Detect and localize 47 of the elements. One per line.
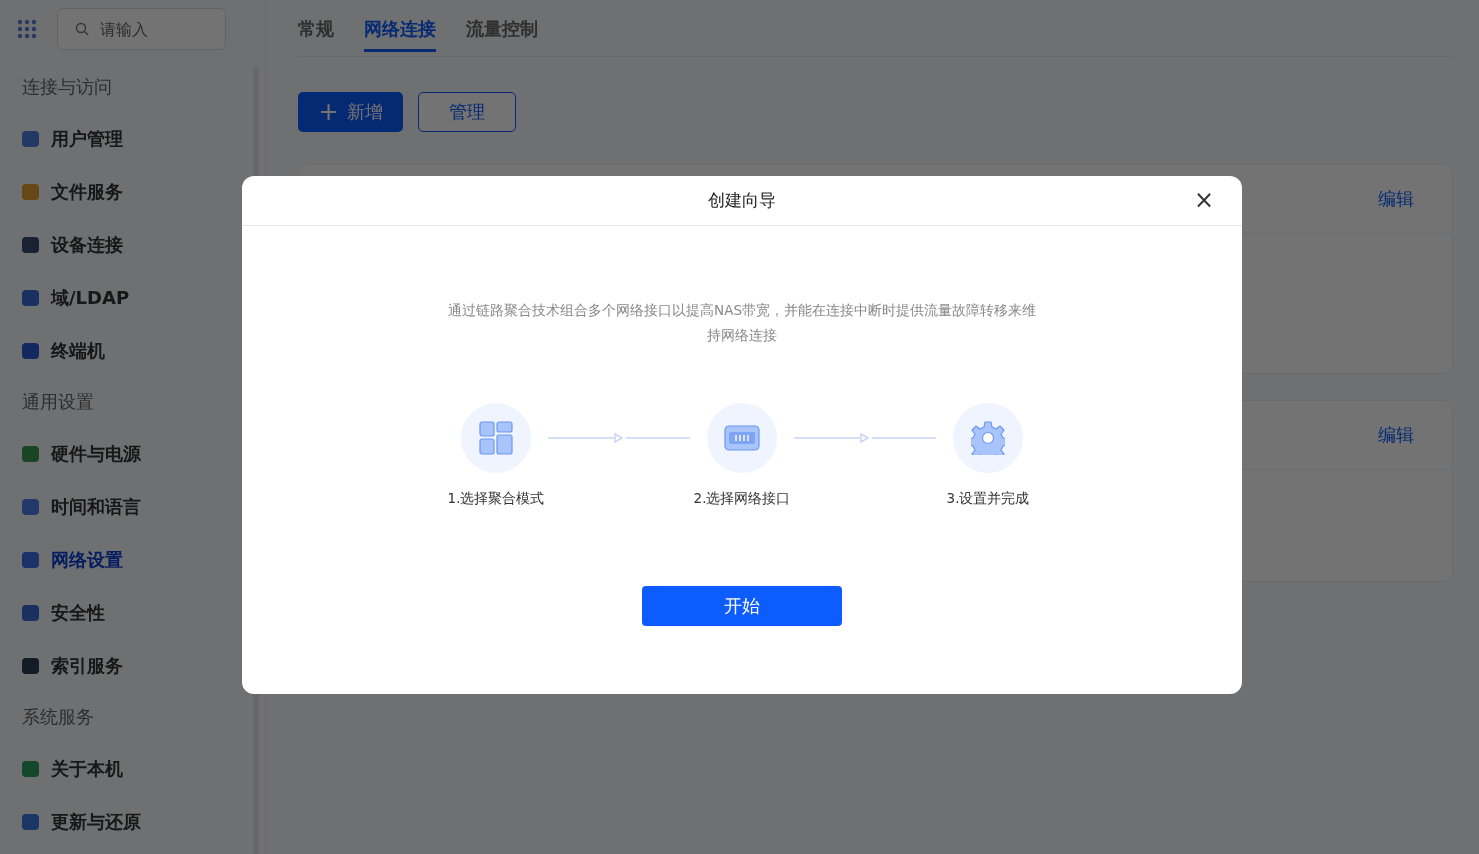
manage-button[interactable]: 管理: [418, 92, 516, 132]
menu-icon: [22, 657, 39, 674]
sidebar-item[interactable]: 索引服务: [22, 639, 265, 692]
sidebar-item[interactable]: 域/LDAP: [22, 271, 265, 324]
menu-icon: [22, 130, 39, 147]
step-label: 2.选择网络接口: [693, 490, 791, 508]
tab[interactable]: 网络连接: [364, 0, 436, 52]
menu-icon: [22, 289, 39, 306]
start-button[interactable]: 开始: [642, 586, 842, 626]
sidebar-item[interactable]: 更新与还原: [22, 795, 265, 848]
sidebar-item[interactable]: 关于本机: [22, 742, 265, 795]
sidebar-item[interactable]: 硬件与电源: [22, 427, 265, 480]
menu-icon: [22, 813, 39, 830]
edit-link[interactable]: 编辑: [1378, 423, 1414, 447]
section-title: 连接与访问: [22, 75, 113, 99]
add-button[interactable]: + 新增: [298, 92, 403, 132]
sidebar-item[interactable]: 终端机: [22, 324, 265, 377]
grid-layout-icon: [478, 420, 514, 456]
menu-icon: [22, 760, 39, 777]
section-title: 系统服务: [22, 705, 95, 729]
sidebar-item[interactable]: 设备连接: [22, 218, 265, 271]
sidebar-item[interactable]: 时间和语言: [22, 480, 265, 533]
close-button[interactable]: ×: [1189, 188, 1218, 212]
section-title: 通用设置: [22, 390, 95, 414]
description-text: 通过链路聚合技术组合多个网络接口以提高NAS带宽，并能在连接中断时提供流量故障转移来维持网络连接: [447, 301, 1037, 345]
menu-icon: [22, 183, 39, 200]
menu-icon: [22, 551, 39, 568]
dialog-title: 创建向导: [708, 189, 776, 212]
sidebar-item[interactable]: 安全性: [22, 586, 265, 639]
tab[interactable]: 流量控制: [466, 0, 538, 39]
edit-link[interactable]: 编辑: [1378, 187, 1414, 211]
menu-icon: [22, 342, 39, 359]
menu-icon: [22, 604, 39, 621]
tab[interactable]: 常规: [298, 0, 334, 39]
step-label: 1.选择聚合模式: [447, 490, 545, 508]
sidebar-item[interactable]: 文件服务: [22, 165, 265, 218]
network-port-icon: [724, 425, 760, 451]
apps-icon[interactable]: [17, 19, 37, 39]
sidebar-item[interactable]: 网络设置: [22, 533, 265, 586]
search-field[interactable]: 请输入: [57, 8, 226, 50]
sidebar-item[interactable]: 用户管理: [22, 112, 265, 165]
gear-icon: [971, 421, 1005, 455]
menu-icon: [22, 498, 39, 515]
menu-icon: [22, 445, 39, 462]
search-icon: [75, 22, 89, 36]
menu-icon: [22, 236, 39, 253]
step-label: 3.设置并完成: [946, 490, 1030, 508]
